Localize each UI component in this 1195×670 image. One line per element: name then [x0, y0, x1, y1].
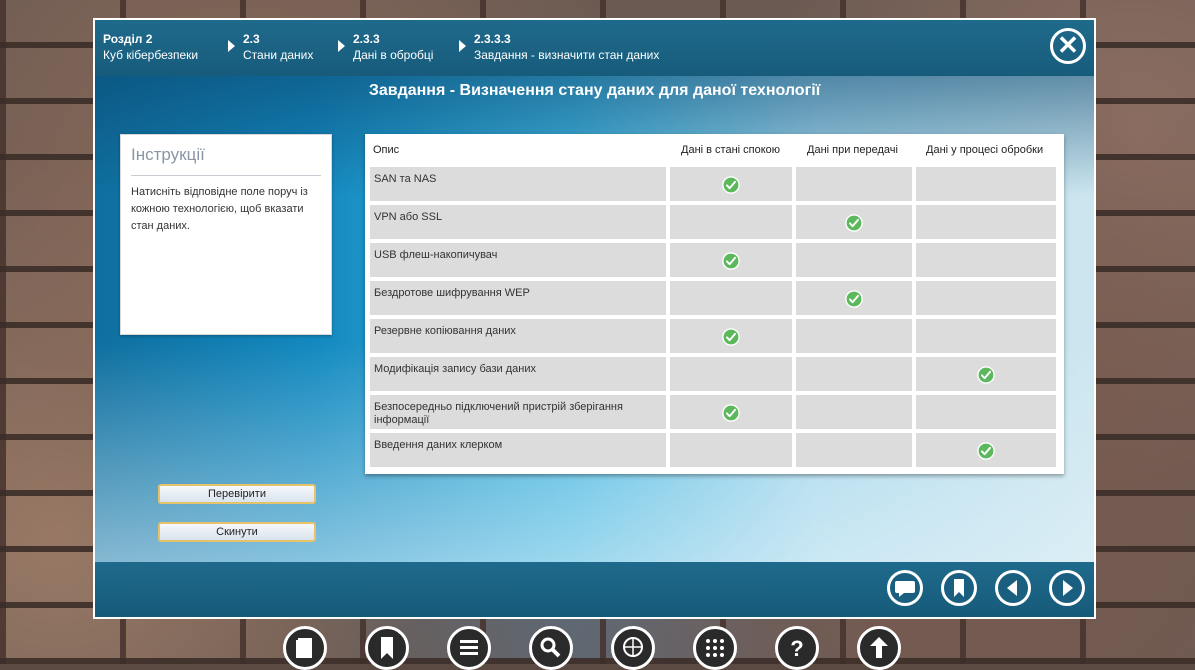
cell-in-transit[interactable]	[796, 395, 912, 429]
svg-text:?: ?	[790, 636, 803, 661]
checkmark-icon	[977, 442, 995, 460]
cell-at-rest[interactable]	[670, 319, 792, 353]
breadcrumb-item-subsection[interactable]: 2.3.3 Дані в обробці	[353, 31, 433, 63]
column-header-description: Опис	[373, 144, 400, 156]
cell-in-process[interactable]	[916, 319, 1056, 353]
cell-in-transit[interactable]	[796, 243, 912, 277]
chevron-right-icon	[338, 40, 345, 52]
instructions-panel: Інструкції Натисніть відповідне поле пор…	[120, 134, 332, 335]
close-icon[interactable]: ✕	[1050, 28, 1086, 64]
cell-in-transit[interactable]	[796, 433, 912, 467]
bookmark-icon[interactable]	[365, 626, 409, 670]
table-header: Опис Дані в стані спокою Дані при переда…	[365, 134, 1064, 167]
column-header-at-rest: Дані в стані спокою	[681, 144, 781, 156]
cell-at-rest[interactable]	[670, 243, 792, 277]
row-description: USB флеш-накопичувач	[370, 243, 666, 277]
checkmark-icon	[722, 252, 740, 270]
data-state-table: Опис Дані в стані спокою Дані при переда…	[365, 134, 1064, 474]
instructions-text: Натисніть відповідне поле поруч із кожно…	[131, 186, 308, 232]
breadcrumb: Розділ 2 Куб кібербезпеки 2.3 Стани дани…	[95, 20, 1094, 76]
checkmark-icon	[845, 290, 863, 308]
cell-at-rest[interactable]	[670, 167, 792, 201]
reset-button[interactable]: Скинути	[158, 522, 316, 542]
search-icon[interactable]	[529, 626, 573, 670]
activity-window: Розділ 2 Куб кібербезпеки 2.3 Стани дани…	[93, 18, 1096, 619]
cell-in-process[interactable]	[916, 433, 1056, 467]
glossary-icon[interactable]	[611, 626, 655, 670]
cell-in-process[interactable]	[916, 167, 1056, 201]
cell-in-process[interactable]	[916, 281, 1056, 315]
chevron-right-icon	[228, 40, 235, 52]
column-header-in-process: Дані у процесі обробки	[926, 144, 1044, 156]
previous-icon[interactable]	[995, 570, 1031, 606]
bookmark-icon[interactable]	[941, 570, 977, 606]
footer-navigation	[95, 562, 1094, 617]
checkmark-icon	[977, 366, 995, 384]
row-description: Безпосередньо підключений пристрій збері…	[370, 395, 666, 429]
row-description: VPN або SSL	[370, 205, 666, 239]
comment-icon[interactable]	[887, 570, 923, 606]
cell-at-rest[interactable]	[670, 357, 792, 391]
cell-in-process[interactable]	[916, 395, 1056, 429]
checkmark-icon	[722, 404, 740, 422]
row-description: Введення даних клерком	[370, 433, 666, 467]
cell-at-rest[interactable]	[670, 205, 792, 239]
check-button[interactable]: Перевірити	[158, 484, 316, 504]
cell-in-transit[interactable]	[796, 319, 912, 353]
row-description: Модифікація запису бази даних	[370, 357, 666, 391]
cell-in-transit[interactable]	[796, 167, 912, 201]
upload-icon[interactable]	[857, 626, 901, 670]
breadcrumb-item-activity[interactable]: 2.3.3.3 Завдання - визначити стан даних	[474, 31, 659, 63]
cell-at-rest[interactable]	[670, 281, 792, 315]
book-icon[interactable]	[283, 626, 327, 670]
page-title: Завдання - Визначення стану даних для да…	[368, 82, 821, 99]
breadcrumb-item-section[interactable]: 2.3 Стани даних	[243, 31, 313, 63]
breadcrumb-item-chapter[interactable]: Розділ 2 Куб кібербезпеки	[103, 31, 198, 63]
cell-at-rest[interactable]	[670, 395, 792, 429]
help-icon[interactable]: ?	[775, 626, 819, 670]
activity-content: Завдання - Визначення стану даних для да…	[95, 76, 1094, 562]
checkmark-icon	[722, 328, 740, 346]
cell-in-transit[interactable]	[796, 205, 912, 239]
menu-icon[interactable]	[447, 626, 491, 670]
chevron-right-icon	[459, 40, 466, 52]
cell-in-process[interactable]	[916, 357, 1056, 391]
column-header-in-transit: Дані при передачі	[807, 144, 898, 156]
instructions-heading: Інструкції	[131, 145, 321, 176]
row-description: SAN та NAS	[370, 167, 666, 201]
cell-in-process[interactable]	[916, 205, 1056, 239]
cell-in-transit[interactable]	[796, 281, 912, 315]
row-description: Бездротове шифрування WEP	[370, 281, 666, 315]
cell-in-transit[interactable]	[796, 357, 912, 391]
checkmark-icon	[845, 214, 863, 232]
grid-icon[interactable]	[693, 626, 737, 670]
checkmark-icon	[722, 176, 740, 194]
cell-in-process[interactable]	[916, 243, 1056, 277]
cell-at-rest[interactable]	[670, 433, 792, 467]
next-icon[interactable]	[1049, 570, 1085, 606]
row-description: Резервне копіювання даних	[370, 319, 666, 353]
